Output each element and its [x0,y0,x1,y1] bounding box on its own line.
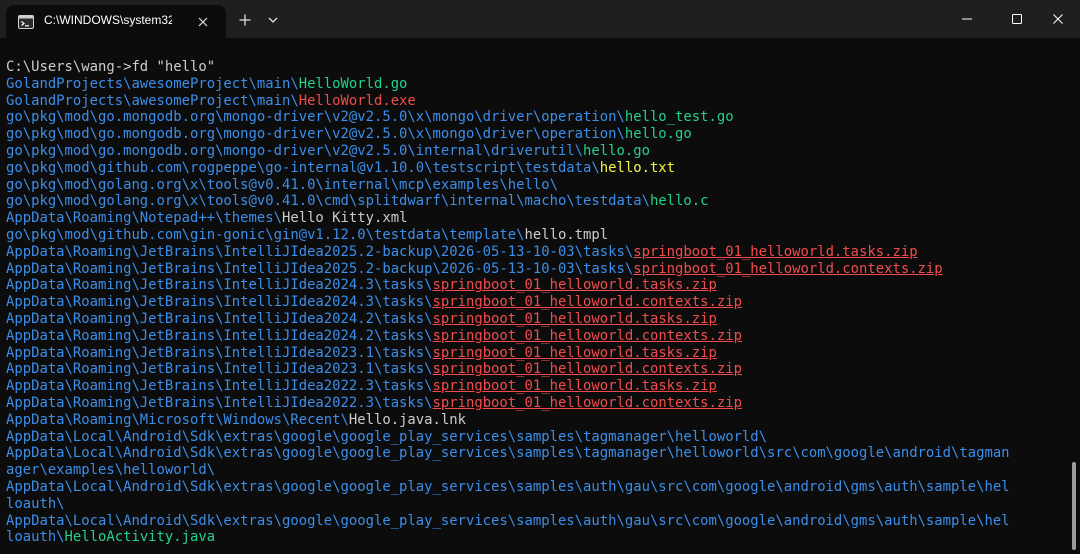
close-window-button[interactable] [1036,0,1080,38]
chevron-down-icon [268,17,278,23]
terminal-segment: HelloActivity.java [64,529,216,546]
terminal-segment: AppData\Roaming\JetBrains\IntelliJIdea20… [6,361,433,378]
terminal-line: AppData\Roaming\JetBrains\IntelliJIdea20… [6,328,1066,345]
terminal-window: C:\WINDOWS\system32\cmd.e [0,0,1080,554]
terminal-line: AppData\Roaming\JetBrains\IntelliJIdea20… [6,361,1066,378]
scrollbar-thumb[interactable] [1072,462,1076,550]
terminal-segment: springboot_01_helloworld.tasks.zip [432,310,717,327]
terminal-segment: loauth\ [6,495,65,512]
terminal-segment: AppData\Local\Android\Sdk\extras\google\… [6,445,1010,462]
terminal-segment: springboot_01_helloworld.contexts.zip [633,260,943,277]
terminal-segment: hello.txt [599,159,676,176]
terminal-segment: springboot_01_helloworld.tasks.zip [432,378,717,395]
terminal-segment: hello_test.go [624,109,734,126]
terminal-segment: GolandProjects\awesomeProject\main\ [6,75,299,92]
terminal-line: AppData\Roaming\JetBrains\IntelliJIdea20… [6,311,1066,328]
terminal-segment: loauth\ [6,529,65,546]
terminal-line: loauth\HelloActivity.java [6,529,1066,546]
terminal-line: go\pkg\mod\go.mongodb.org\mongo-driver\v… [6,126,1066,143]
close-icon [198,17,208,27]
terminal-segment: go\pkg\mod\go.mongodb.org\mongo-driver\v… [6,142,584,159]
minimize-icon [962,18,972,20]
terminal-line: go\pkg\mod\go.mongodb.org\mongo-driver\v… [6,143,1066,160]
close-tab-button[interactable] [194,13,212,31]
terminal-line: AppData\Local\Android\Sdk\extras\google\… [6,429,1066,446]
terminal-segment: springboot_01_helloworld.contexts.zip [432,394,742,411]
terminal-line: AppData\Local\Android\Sdk\extras\google\… [6,513,1066,530]
terminal-line: loauth\ [6,496,1066,513]
terminal-output[interactable]: C:\Users\wang->fd "hello" GolandProjects\… [6,59,1066,546]
terminal-line: go\pkg\mod\github.com\gin-gonic\gin@v1.1… [6,227,1066,244]
terminal-line: AppData\Roaming\JetBrains\IntelliJIdea20… [6,277,1066,294]
terminal-segment: hello.c [649,193,709,210]
terminal-segment: go\pkg\mod\golang.org\x\tools@v0.41.0\in… [6,176,558,193]
maximize-button[interactable] [994,0,1040,38]
terminal-line: AppData\Local\Android\Sdk\extras\google\… [6,445,1066,462]
terminal-segment: Hello Kitty.xml [281,210,408,227]
minimize-button[interactable] [944,0,990,38]
terminal-segment: AppData\Roaming\JetBrains\IntelliJIdea20… [6,277,433,294]
terminal-segment: springboot_01_helloworld.contexts.zip [432,294,742,311]
terminal-segment: HelloWorld.exe [298,92,416,109]
terminal-segment: AppData\Roaming\JetBrains\IntelliJIdea20… [6,344,433,361]
terminal-segment: AppData\Roaming\JetBrains\IntelliJIdea20… [6,394,433,411]
terminal-segment: go\pkg\mod\go.mongodb.org\mongo-driver\v… [6,109,625,126]
terminal-line: AppData\Roaming\JetBrains\IntelliJIdea20… [6,294,1066,311]
terminal-line: AppData\Roaming\JetBrains\IntelliJIdea20… [6,395,1066,412]
terminal-segment: AppData\Local\Android\Sdk\extras\google\… [6,428,768,445]
terminal-line: GolandProjects\awesomeProject\main\Hello… [6,93,1066,110]
terminal-segment: springboot_01_helloworld.tasks.zip [432,277,717,294]
terminal-segment: AppData\Roaming\JetBrains\IntelliJIdea20… [6,260,634,277]
terminal-segment: ager\examples\helloworld\ [6,462,216,479]
tab-title: C:\WINDOWS\system32\cmd.e [44,13,172,27]
terminal-segment: GolandProjects\awesomeProject\main\ [6,92,299,109]
terminal-segment: HelloWorld.go [298,75,408,92]
terminal-segment: hello.tmpl [524,226,609,243]
terminal-segment: go\pkg\mod\github.com\rogpeppe\go-intern… [6,159,600,176]
title-bar[interactable]: C:\WINDOWS\system32\cmd.e [0,0,1080,38]
terminal-segment: go\pkg\mod\go.mongodb.org\mongo-driver\v… [6,126,625,143]
terminal-line: AppData\Roaming\JetBrains\IntelliJIdea20… [6,261,1066,278]
terminal-segment: AppData\Local\Android\Sdk\extras\google\… [6,512,1010,529]
terminal-segment: AppData\Local\Android\Sdk\extras\google\… [6,478,1010,495]
terminal-line: C:\Users\wang->fd "hello" [6,59,1066,76]
terminal-line: go\pkg\mod\github.com\rogpeppe\go-intern… [6,160,1066,177]
terminal-line: ager\examples\helloworld\ [6,462,1066,479]
plus-icon [239,14,251,26]
terminal-segment: springboot_01_helloworld.tasks.zip [633,243,918,260]
terminal-line: AppData\Local\Android\Sdk\extras\google\… [6,479,1066,496]
terminal-segment: AppData\Roaming\Microsoft\Windows\Recent… [6,411,349,428]
terminal-segment: AppData\Roaming\JetBrains\IntelliJIdea20… [6,310,433,327]
terminal-icon [18,15,34,34]
terminal-segment: hello.go [583,142,650,159]
terminal-line: AppData\Roaming\JetBrains\IntelliJIdea20… [6,378,1066,395]
close-icon [1053,14,1063,24]
maximize-icon [1012,14,1022,24]
terminal-segment: springboot_01_helloworld.contexts.zip [432,361,742,378]
terminal-segment: AppData\Roaming\Notepad++\themes\ [6,210,282,227]
terminal-line: AppData\Roaming\JetBrains\IntelliJIdea20… [6,244,1066,261]
terminal-segment: springboot_01_helloworld.tasks.zip [432,344,717,361]
tab-cmd[interactable]: C:\WINDOWS\system32\cmd.e [6,5,226,38]
terminal-segment: AppData\Roaming\JetBrains\IntelliJIdea20… [6,294,433,311]
terminal-line: go\pkg\mod\go.mongodb.org\mongo-driver\v… [6,109,1066,126]
terminal-line: AppData\Roaming\Microsoft\Windows\Recent… [6,412,1066,429]
terminal-line: AppData\Roaming\JetBrains\IntelliJIdea20… [6,345,1066,362]
terminal-segment: Hello.java.lnk [348,411,466,428]
terminal-segment: hello.go [624,126,692,143]
terminal-segment: springboot_01_helloworld.contexts.zip [432,327,742,344]
terminal-line: GolandProjects\awesomeProject\main\Hello… [6,76,1066,93]
new-tab-button[interactable] [232,8,258,32]
terminal-segment: AppData\Roaming\JetBrains\IntelliJIdea20… [6,327,433,344]
terminal-segment: go\pkg\mod\golang.org\x\tools@v0.41.0\cm… [6,193,650,210]
terminal-segment: AppData\Roaming\JetBrains\IntelliJIdea20… [6,378,433,395]
terminal-segment: C:\Users\wang->fd "hello" [6,59,216,75]
terminal-line: go\pkg\mod\golang.org\x\tools@v0.41.0\cm… [6,193,1066,210]
terminal-segment: AppData\Roaming\JetBrains\IntelliJIdea20… [6,243,634,260]
tab-dropdown-button[interactable] [262,8,284,32]
terminal-line: AppData\Roaming\Notepad++\themes\Hello K… [6,210,1066,227]
terminal-line: go\pkg\mod\golang.org\x\tools@v0.41.0\in… [6,177,1066,194]
terminal-segment: go\pkg\mod\github.com\gin-gonic\gin@v1.1… [6,226,525,243]
